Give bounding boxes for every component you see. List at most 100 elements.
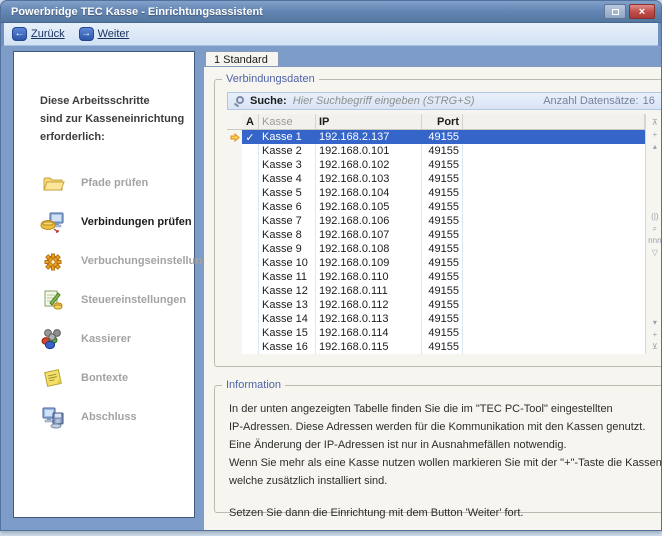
filter-icon[interactable]: ▽ — [648, 246, 662, 258]
table-row[interactable]: Kasse 3 192.168.0.102 49155 — [227, 158, 645, 172]
column-header-port[interactable]: Port — [422, 114, 463, 129]
cell-filler — [463, 284, 645, 298]
cell-kasse: Kasse 7 — [259, 214, 316, 228]
record-count-value: 16 — [643, 95, 655, 107]
content-area: Diese Arbeitsschritte sind zur Kassenein… — [1, 46, 661, 531]
cell-filler — [463, 144, 645, 158]
table-row[interactable]: Kasse 7 192.168.0.106 49155 — [227, 214, 645, 228]
search-input[interactable]: Hier Suchbegriff eingeben (STRG+S) — [293, 95, 538, 107]
back-button-label: Zurück — [31, 28, 65, 40]
step-steuereinstellungen[interactable]: Steuereinstellungen — [40, 287, 186, 313]
cell-kasse: Kasse 15 — [259, 326, 316, 340]
cell-kasse: Kasse 5 — [259, 186, 316, 200]
cell-active — [242, 340, 259, 354]
table-row[interactable]: Kasse 16 192.168.0.115 49155 — [227, 340, 645, 354]
information-text: In der unten angezeigten Tabelle finden … — [227, 398, 662, 528]
table-row[interactable]: Kasse 6 192.168.0.105 49155 — [227, 200, 645, 214]
information-group-title: Information — [222, 379, 285, 391]
sidebar-intro: Diese Arbeitsschritte sind zur Kassenein… — [40, 92, 186, 146]
cell-port: 49155 — [422, 130, 463, 144]
page-down-icon[interactable]: + — [648, 328, 662, 340]
row-indicator-cell — [227, 144, 242, 158]
cell-filler — [463, 256, 645, 270]
steps-sidebar: Diese Arbeitsschritte sind zur Kassenein… — [13, 51, 195, 518]
info-line: welche zusätzlich installiert sind. — [229, 472, 662, 490]
row-indicator-cell — [227, 158, 242, 172]
gear-icon — [40, 248, 66, 274]
table-row[interactable]: ✓ Kasse 1 192.168.2.137 49155 — [227, 130, 645, 144]
next-arrow-icon: → — [79, 27, 94, 41]
back-button[interactable]: ← Zurück — [12, 27, 65, 41]
computer-disk-icon — [40, 404, 66, 430]
note-icon — [40, 365, 66, 391]
row-indicator-cell — [227, 214, 242, 228]
cell-ip: 192.168.0.105 — [316, 200, 422, 214]
cell-ip: 192.168.0.114 — [316, 326, 422, 340]
table-row[interactable]: Kasse 2 192.168.0.101 49155 — [227, 144, 645, 158]
table-row[interactable]: Kasse 15 192.168.0.114 49155 — [227, 326, 645, 340]
move-next-icon[interactable]: ▾ — [648, 316, 662, 328]
cell-kasse: Kasse 9 — [259, 242, 316, 256]
row-indicator-cell — [227, 186, 242, 200]
column-header-kasse[interactable]: Kasse — [259, 114, 316, 129]
cell-ip: 192.168.2.137 — [316, 130, 422, 144]
cell-kasse: Kasse 6 — [259, 200, 316, 214]
row-indicator-cell — [227, 326, 242, 340]
table-row[interactable]: Kasse 9 192.168.0.108 49155 — [227, 242, 645, 256]
cell-filler — [463, 340, 645, 354]
edit-icon[interactable]: (|) — [648, 210, 662, 222]
next-button[interactable]: → Weiter — [79, 27, 130, 41]
cell-ip: 192.168.0.112 — [316, 298, 422, 312]
move-prev-icon[interactable]: ▴ — [648, 140, 662, 152]
page-up-icon[interactable]: + — [648, 128, 662, 140]
cell-active — [242, 172, 259, 186]
search-label: Suche: — [250, 95, 287, 107]
grid-navigator: ⊼+▴(|)⌕nnn▽▾+⊻ — [646, 114, 662, 354]
move-first-icon[interactable]: ⊼ — [648, 116, 662, 128]
close-button[interactable]: × — [629, 4, 655, 19]
cell-filler — [463, 172, 645, 186]
column-header-a[interactable]: A — [242, 114, 259, 129]
table-row[interactable]: Kasse 10 192.168.0.109 49155 — [227, 256, 645, 270]
maximize-button[interactable] — [604, 4, 626, 19]
table-row[interactable]: Kasse 4 192.168.0.103 49155 — [227, 172, 645, 186]
step-label: Kassierer — [81, 333, 131, 345]
table-row[interactable]: Kasse 5 192.168.0.104 49155 — [227, 186, 645, 200]
row-indicator-cell — [227, 242, 242, 256]
cell-active — [242, 242, 259, 256]
people-icon — [40, 326, 66, 352]
row-indicator-cell — [227, 130, 242, 144]
search-icon[interactable]: ⌕ — [648, 222, 662, 234]
step-verbindungen-pruefen[interactable]: Verbindungen prüfen — [40, 209, 186, 235]
row-indicator-cell — [227, 284, 242, 298]
table-header-row: A Kasse IP Port — [227, 114, 645, 130]
cell-kasse: Kasse 8 — [259, 228, 316, 242]
cell-kasse: Kasse 2 — [259, 144, 316, 158]
text-icon[interactable]: nnn — [648, 234, 662, 246]
table-row[interactable]: Kasse 11 192.168.0.110 49155 — [227, 270, 645, 284]
cell-port: 49155 — [422, 144, 463, 158]
table-row[interactable]: Kasse 12 192.168.0.111 49155 — [227, 284, 645, 298]
cell-port: 49155 — [422, 186, 463, 200]
cell-kasse: Kasse 1 — [259, 130, 316, 144]
tab-standard[interactable]: 1 Standard — [205, 51, 279, 66]
cell-port: 49155 — [422, 312, 463, 326]
step-verbuchungseinstellungen[interactable]: Verbuchungseinstellungen — [40, 248, 186, 274]
row-indicator-cell — [227, 200, 242, 214]
step-kassierer[interactable]: Kassierer — [40, 326, 186, 352]
cell-filler — [463, 312, 645, 326]
step-bontexte[interactable]: Bontexte — [40, 365, 186, 391]
step-abschluss[interactable]: Abschluss — [40, 404, 186, 430]
move-last-icon[interactable]: ⊻ — [648, 340, 662, 352]
header-indicator-cell — [227, 114, 242, 129]
table-row[interactable]: Kasse 14 192.168.0.113 49155 — [227, 312, 645, 326]
table-row[interactable]: Kasse 13 192.168.0.112 49155 — [227, 298, 645, 312]
table-row[interactable]: Kasse 8 192.168.0.107 49155 — [227, 228, 645, 242]
cell-kasse: Kasse 10 — [259, 256, 316, 270]
step-pfade-pruefen[interactable]: Pfade prüfen — [40, 170, 186, 196]
column-header-ip[interactable]: IP — [316, 114, 422, 129]
next-button-label: Weiter — [98, 28, 130, 40]
search-bar[interactable]: Suche: Hier Suchbegriff eingeben (STRG+S… — [227, 92, 662, 110]
connections-groupbox: Verbindungsdaten Suche: Hier Suchbegriff… — [214, 79, 662, 367]
cell-kasse: Kasse 11 — [259, 270, 316, 284]
